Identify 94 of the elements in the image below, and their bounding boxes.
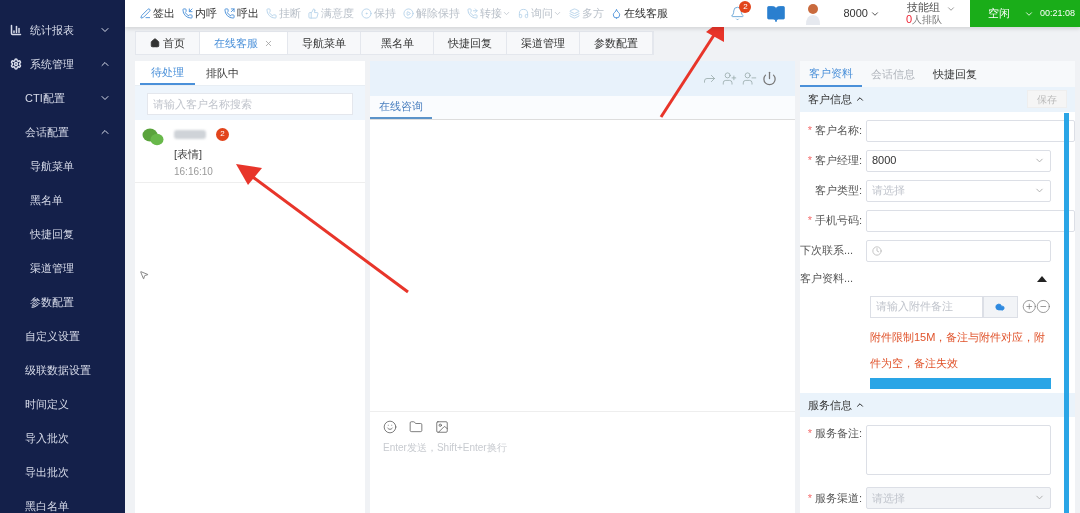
queue-label: 人排队 <box>912 14 942 25</box>
book-icon[interactable] <box>765 3 788 24</box>
remove-user-icon[interactable] <box>742 71 757 86</box>
add-user-icon[interactable] <box>722 71 737 86</box>
call-timer: 00:21:08 <box>1040 6 1076 20</box>
cloud-icon <box>995 301 1006 312</box>
skill-group-label: 技能组 <box>907 1 941 13</box>
image-icon[interactable] <box>435 420 449 434</box>
cursor-icon <box>139 270 149 280</box>
droplet-icon <box>611 8 622 19</box>
phone-icon <box>266 8 277 19</box>
select-field[interactable]: 8000 <box>866 149 1051 172</box>
headphones-icon <box>518 8 529 19</box>
notification-badge: 2 <box>739 1 752 13</box>
sidebar-item[interactable]: 黑名单 <box>0 183 125 217</box>
notification-bell-icon[interactable] <box>730 6 746 21</box>
sidebar-item[interactable]: 黑白名单 <box>0 489 125 513</box>
message-time: 16:16:10 <box>174 164 214 179</box>
caret-icon <box>502 9 511 18</box>
details-tab[interactable]: 快捷回复 <box>924 61 986 88</box>
field-label: 客户类型: <box>814 184 862 197</box>
date-field[interactable] <box>866 239 1051 262</box>
field-label: 客户资料... <box>800 271 855 287</box>
toolbar-button[interactable]: 内呼 <box>182 5 217 22</box>
unread-badge: 2 <box>216 127 229 141</box>
thumbs-up-icon <box>308 8 319 19</box>
upload-button[interactable] <box>982 295 1018 318</box>
gear-icon <box>10 58 22 70</box>
required-mark: * <box>807 214 812 227</box>
avatar[interactable] <box>805 2 822 25</box>
page-tab[interactable]: 参数配置 <box>580 32 653 54</box>
phone-incoming-icon <box>182 8 193 19</box>
sidebar-item[interactable]: 导出批次 <box>0 455 125 489</box>
blurred-name <box>174 129 206 139</box>
page-tab[interactable]: 快捷回复 <box>434 32 507 54</box>
collapse-triangle-icon[interactable] <box>1037 275 1047 282</box>
textarea-field[interactable] <box>866 425 1051 475</box>
queue-count: 0 <box>905 13 912 25</box>
toolbar-button[interactable]: 在线客服 <box>611 5 668 22</box>
chat-bubbles-icon <box>142 128 164 146</box>
required-mark: * <box>807 124 812 137</box>
phone-outgoing-icon <box>224 8 235 19</box>
sidebar-item[interactable]: 统计报表 <box>0 13 125 47</box>
circle-dot-icon <box>361 8 372 19</box>
folder-icon[interactable] <box>409 420 423 434</box>
field-label: 下次联系... <box>800 243 855 259</box>
chevron-down-icon[interactable] <box>946 4 956 14</box>
caret-icon <box>553 9 562 18</box>
pen-icon <box>140 8 151 19</box>
clock-icon <box>872 245 882 256</box>
sidebar-item[interactable]: 自定义设置 <box>0 319 125 353</box>
section-title: 服务信息 <box>808 397 852 413</box>
page-tab[interactable]: 黑名单 <box>361 32 434 54</box>
agent-dropdown[interactable]: 8000 <box>843 5 880 22</box>
field-label: 客户经理: <box>814 154 862 167</box>
sidebar-item[interactable]: 渠道管理 <box>0 251 125 285</box>
sidebar-item[interactable]: 系统管理 <box>0 47 125 81</box>
last-message: [表情] <box>174 147 204 162</box>
toolbar-button[interactable]: 签出 <box>140 5 175 22</box>
add-icon[interactable] <box>1021 299 1037 315</box>
required-mark: * <box>807 154 812 167</box>
required-mark: * <box>807 491 812 504</box>
required-mark: * <box>807 427 812 439</box>
sidebar-item[interactable]: 导航菜单 <box>0 149 125 183</box>
phone-forward-icon <box>467 8 478 19</box>
sidebar-item[interactable]: 会话配置 <box>0 115 125 149</box>
sidebar-item[interactable]: 导入批次 <box>0 421 125 455</box>
power-icon[interactable] <box>762 71 777 86</box>
field-label: 服务渠道: <box>814 491 862 504</box>
remove-icon[interactable] <box>1036 299 1051 315</box>
section-title: 客户信息 <box>808 92 852 108</box>
attachment-note: 附件限制15M，备注与附件对应，附件为空，备注失效 <box>870 329 1047 371</box>
close-icon[interactable] <box>264 38 273 48</box>
home-icon <box>150 38 160 48</box>
page-tab[interactable]: 在线客服 <box>200 32 288 54</box>
emoji-icon[interactable] <box>383 420 397 434</box>
page-tab[interactable]: 导航菜单 <box>288 32 361 54</box>
text-field[interactable] <box>866 209 1075 232</box>
layers-icon <box>569 8 580 19</box>
chat-tab[interactable]: 在线咨询 <box>370 96 432 119</box>
field-label: 客户名称: <box>814 124 862 137</box>
text-field[interactable] <box>866 119 1075 142</box>
sidebar-item[interactable]: CTI配置 <box>0 81 125 115</box>
chart-icon <box>10 24 22 36</box>
sidebar-item[interactable]: 快捷回复 <box>0 217 125 251</box>
sidebar-item[interactable]: 参数配置 <box>0 285 125 319</box>
field-label: 手机号码: <box>814 214 862 227</box>
page-tab[interactable]: 渠道管理 <box>507 32 580 54</box>
sidebar-item[interactable]: 级联数据设置 <box>0 353 125 387</box>
list-tab[interactable]: 排队中 <box>195 61 250 85</box>
play-icon <box>403 8 414 19</box>
field-label: 服务备注: <box>814 427 862 439</box>
sidebar-item[interactable]: 时间定义 <box>0 387 125 421</box>
toolbar-button[interactable]: 呼出 <box>224 5 259 22</box>
